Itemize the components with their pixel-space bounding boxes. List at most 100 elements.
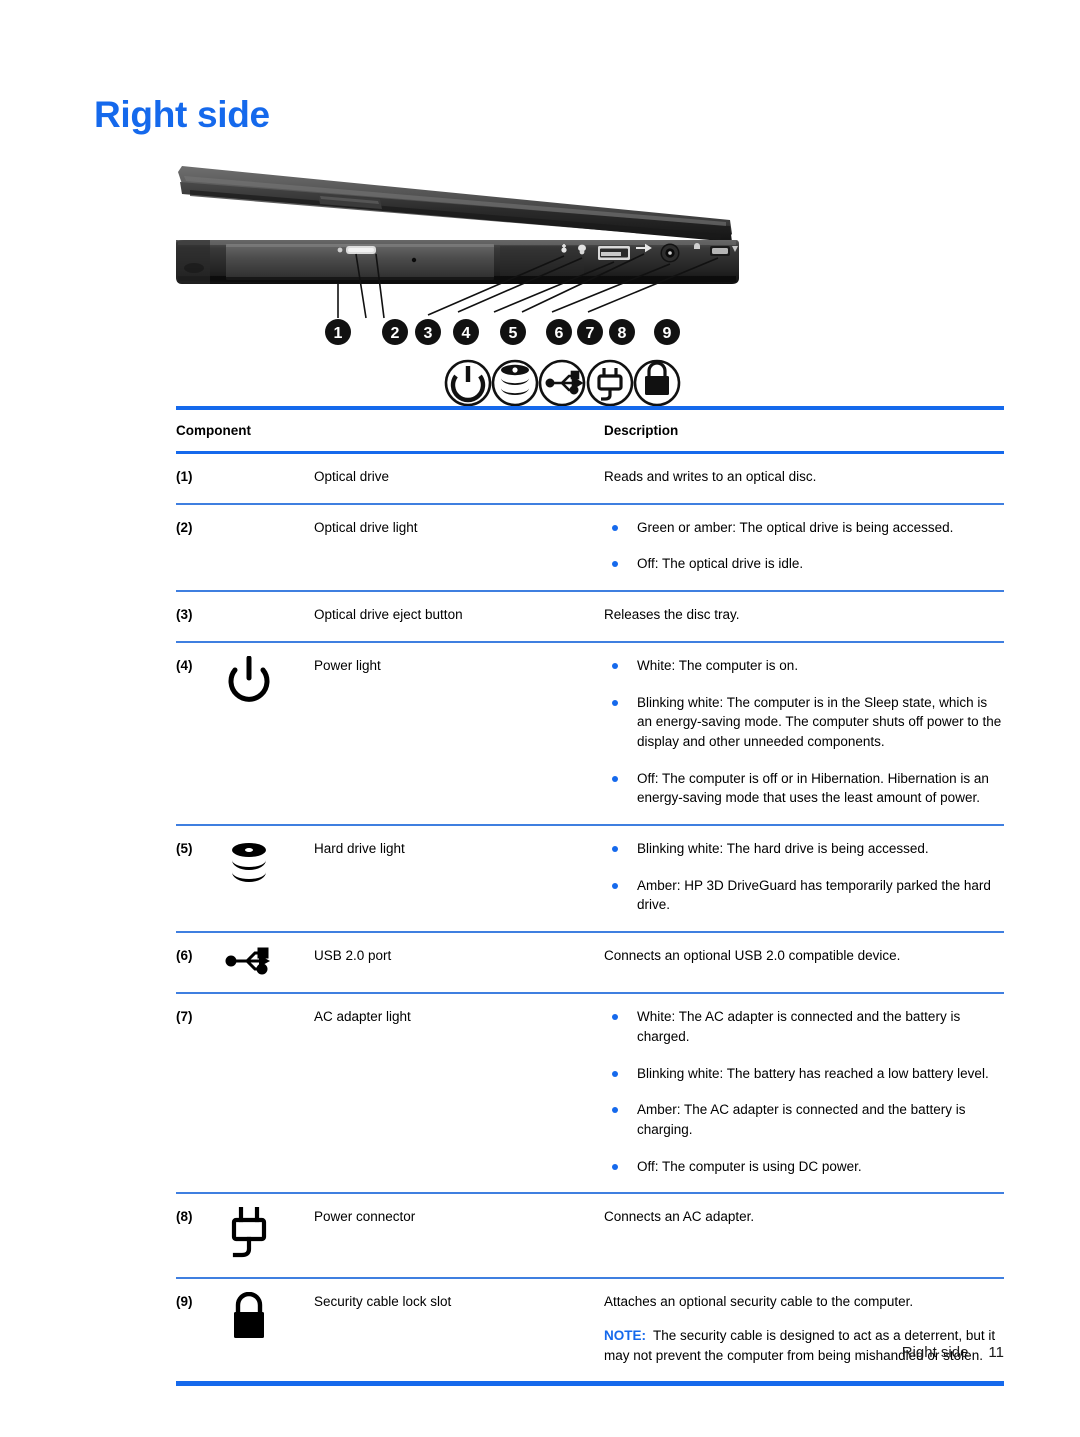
row-component-name: Hard drive light	[314, 824, 604, 933]
row-number: (7)	[176, 992, 218, 1194]
usb-port	[598, 246, 630, 260]
callout-6: 6	[546, 319, 572, 345]
row-component-name: Optical drive eject button	[314, 590, 604, 642]
bullet-item: Off: The computer is off or in Hibernati…	[604, 769, 1004, 808]
row-icon-cell	[218, 502, 314, 592]
row-icon-cell	[218, 992, 314, 1194]
row-component-name: Optical drive light	[314, 502, 604, 592]
row-number: (3)	[176, 590, 218, 642]
table-header-row: Component Description	[176, 410, 1004, 454]
row-icon-cell	[218, 824, 314, 933]
component-description-table: Component Description (1) Optical drive …	[176, 406, 1004, 1387]
security-lock-icon	[633, 359, 681, 407]
usb-icon	[218, 946, 280, 976]
callout-9: 9	[654, 319, 680, 345]
description-text: Releases the disc tray.	[604, 607, 740, 623]
description-bullet-list: White: The AC adapter is connected and t…	[604, 1007, 1004, 1176]
svg-text:3: 3	[424, 325, 433, 342]
optical-drive-eject-button	[346, 246, 376, 254]
description-text: Connects an optional USB 2.0 compatible …	[604, 948, 901, 964]
callout-badges: 1 2 3 4 5 6 7 8 9	[325, 319, 680, 345]
callout-3: 3	[415, 319, 441, 345]
bullet-item: Off: The optical drive is idle.	[604, 554, 1004, 574]
row-icon-cell	[218, 1192, 314, 1279]
row-number: (9)	[176, 1277, 218, 1382]
document-page: Right side 1 2 3 4 5 6 7 8 9 Component D…	[0, 0, 1080, 1437]
footer-page-number: 11	[988, 1344, 1004, 1361]
callout-4: 4	[453, 319, 479, 345]
column-header-component: Component	[176, 410, 604, 454]
hard-drive-icon	[491, 359, 539, 407]
svg-text:1: 1	[334, 325, 343, 342]
security-lock-icon	[218, 1292, 280, 1346]
row-description: White: The computer is on. Blinking whit…	[604, 640, 1004, 826]
callout-7: 7	[577, 319, 603, 345]
note-label: NOTE:	[604, 1328, 646, 1344]
row-component-name: Security cable lock slot	[314, 1277, 604, 1382]
description-text: Attaches an optional security cable to t…	[604, 1294, 914, 1310]
row-description: Attaches an optional security cable to t…	[604, 1277, 1004, 1382]
svg-text:4: 4	[462, 325, 471, 342]
power-connector-icon	[218, 1207, 280, 1261]
svg-text:8: 8	[618, 325, 627, 342]
bullet-item: Green or amber: The optical drive is bei…	[604, 518, 1004, 538]
bullet-item: White: The AC adapter is connected and t…	[604, 1007, 1004, 1046]
svg-text:6: 6	[555, 325, 564, 342]
row-number: (4)	[176, 640, 218, 826]
row-icon-cell	[218, 1277, 314, 1382]
usb-icon	[538, 359, 586, 407]
bullet-item: Off: The computer is using DC power.	[604, 1157, 1004, 1177]
row-icon-cell	[218, 640, 314, 826]
power-icon	[444, 359, 492, 407]
row-description: Connects an AC adapter.	[604, 1192, 1004, 1279]
laptop-base	[176, 240, 739, 284]
row-component-name: USB 2.0 port	[314, 931, 604, 994]
power-connector	[660, 243, 680, 263]
callout-5: 5	[500, 319, 526, 345]
row-icon-cell	[218, 590, 314, 642]
description-bullet-list: Green or amber: The optical drive is bei…	[604, 518, 1004, 574]
row-description: Connects an optional USB 2.0 compatible …	[604, 931, 1004, 994]
row-component-name: Optical drive	[314, 469, 390, 484]
table-row: (4) Power light White: The computer is o…	[176, 640, 1004, 826]
bullet-item: Blinking white: The hard drive is being …	[604, 839, 1004, 859]
row-description: Green or amber: The optical drive is bei…	[604, 502, 1004, 592]
table-row: (7) AC adapter light White: The AC adapt…	[176, 992, 1004, 1194]
power-icon	[218, 655, 280, 710]
description-text: Reads and writes to an optical disc.	[604, 469, 817, 484]
bullet-item: Blinking white: The battery has reached …	[604, 1064, 1004, 1084]
laptop-lid	[178, 166, 732, 242]
row-component-name: Power light	[314, 640, 604, 826]
table-row: (3) Optical drive eject button Releases …	[176, 590, 1004, 642]
table-row: (8) Power connector Connects an AC adapt…	[176, 1192, 1004, 1279]
table-row: (5) Hard drive light Blinking white: The…	[176, 824, 1004, 933]
callout-1: 1	[325, 319, 351, 345]
table-row: (9) Security cable lock slot Attaches an…	[176, 1277, 1004, 1382]
svg-text:5: 5	[509, 325, 518, 342]
bullet-item: Amber: HP 3D DriveGuard has temporarily …	[604, 876, 1004, 915]
hard-drive-icon	[218, 839, 280, 893]
table-row: (6) USB 2.0 port Connects an optional US…	[176, 931, 1004, 994]
row-number: (1)	[176, 469, 193, 484]
callout-8: 8	[609, 319, 635, 345]
row-description: Reads and writes to an optical disc.	[604, 453, 1004, 504]
row-description: Releases the disc tray.	[604, 590, 1004, 642]
page-footer: Right side 11	[0, 1344, 1004, 1361]
row-number: (2)	[176, 502, 218, 592]
row-number: (6)	[176, 931, 218, 994]
description-bullet-list: White: The computer is on. Blinking whit…	[604, 656, 1004, 808]
legend-icon-row	[444, 359, 681, 407]
row-description: White: The AC adapter is connected and t…	[604, 992, 1004, 1194]
description-text: Connects an AC adapter.	[604, 1209, 755, 1225]
bullet-item: White: The computer is on.	[604, 656, 1004, 676]
table-row: (2) Optical drive light Green or amber: …	[176, 502, 1004, 592]
footer-section-label: Right side	[901, 1344, 969, 1361]
svg-text:9: 9	[663, 325, 672, 342]
row-number: (8)	[176, 1192, 218, 1279]
row-icon-cell	[218, 931, 314, 994]
laptop-right-side-illustration: 1 2 3 4 5 6 7 8 9	[170, 160, 740, 410]
power-connector-icon	[586, 359, 634, 407]
svg-text:2: 2	[391, 325, 400, 342]
row-description: Blinking white: The hard drive is being …	[604, 824, 1004, 933]
row-component-name: AC adapter light	[314, 992, 604, 1194]
